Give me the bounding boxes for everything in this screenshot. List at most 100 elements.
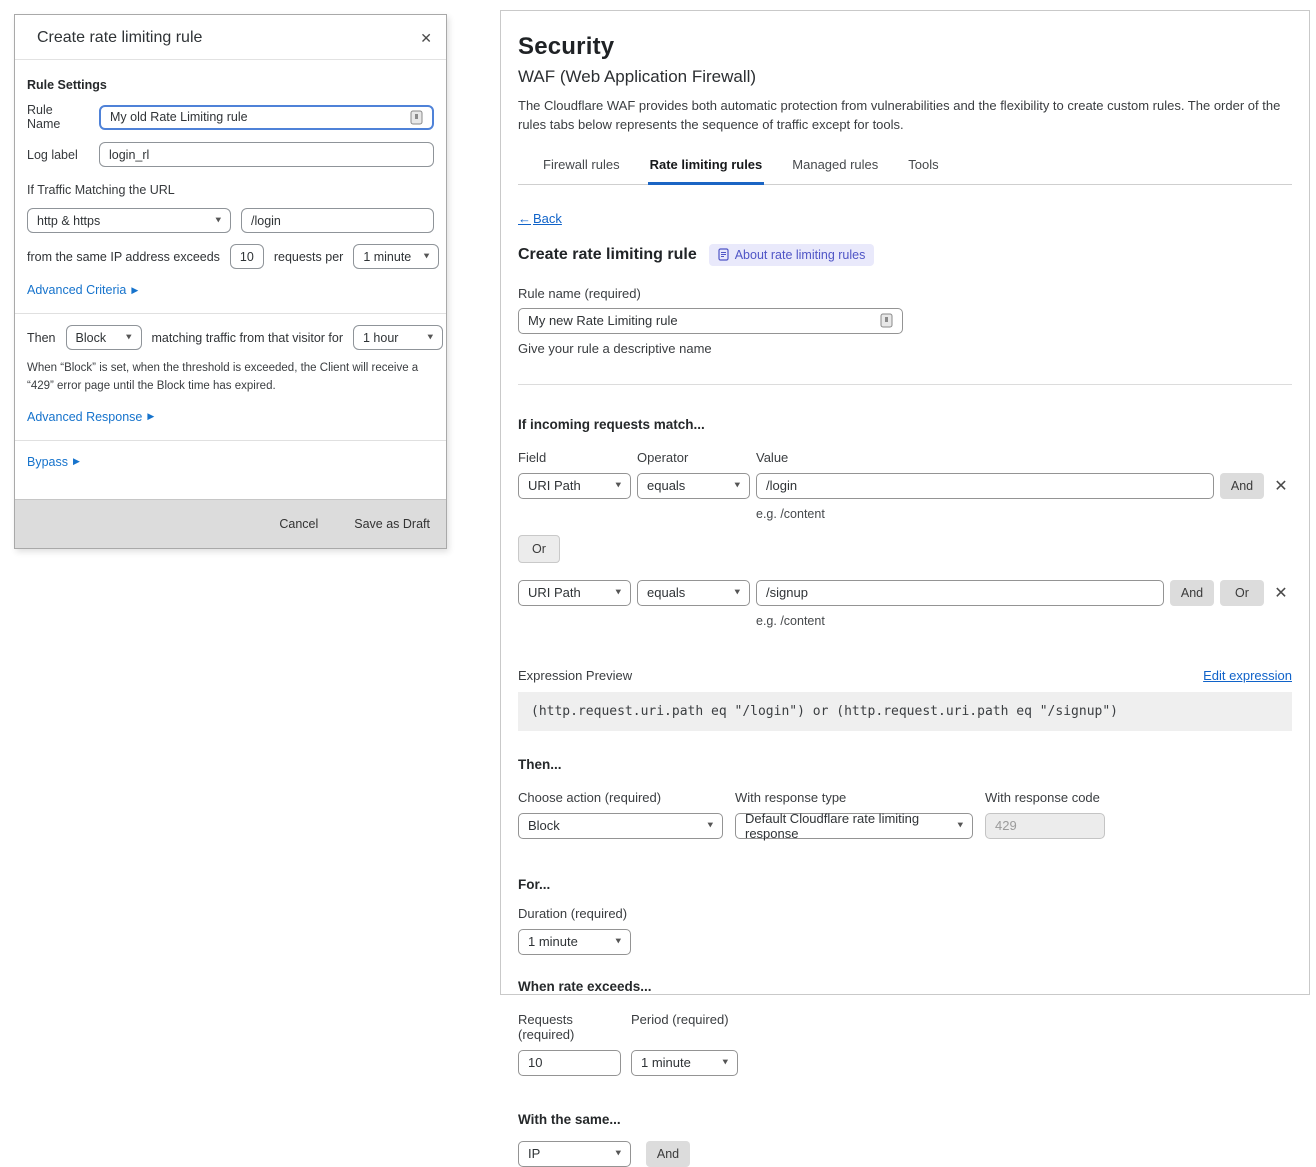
expression-preview-box: (http.request.uri.path eq "/login") or (… [518,692,1292,731]
response-type-select[interactable]: Default Cloudflare rate limiting respons… [735,813,973,839]
rule-name-input[interactable]: My old Rate Limiting rule [99,105,434,130]
remove-condition-icon-2[interactable]: ✕ [1270,583,1292,603]
tab-tools[interactable]: Tools [906,151,940,185]
and-button-1[interactable]: And [1220,473,1264,499]
value-input-2[interactable]: /signup [756,580,1164,606]
then-heading: Then... [518,757,1292,772]
tab-firewall-rules[interactable]: Firewall rules [541,151,622,185]
or-button-2[interactable]: Or [1220,580,1264,606]
operator-value-1: equals [647,478,685,493]
edit-expression-link[interactable]: Edit expression [1203,668,1292,683]
about-badge-label: About rate limiting rules [735,248,866,262]
log-label-value: login_rl [109,148,149,162]
field-label: Field [518,450,631,465]
tab-managed-rules[interactable]: Managed rules [790,151,880,185]
page-description: The Cloudflare WAF provides both automat… [518,97,1290,135]
then-label: Then [27,331,56,345]
scheme-select[interactable]: http & https ▾ [27,208,231,233]
log-label-label: Log label [27,148,89,162]
condition-row-2: URI Path ▾ equals ▾ /signup And Or ✕ e.g… [518,580,1292,628]
remove-condition-icon-1[interactable]: ✕ [1270,476,1292,496]
caret-down-icon: ▾ [615,481,621,490]
same-controls: IP ▾ And [518,1141,1292,1167]
cancel-button[interactable]: Cancel [279,517,318,531]
divider [15,313,446,314]
caret-down-icon: ▾ [707,821,713,830]
log-label-row: Log label login_rl [27,142,434,167]
tab-rate-limiting-rules[interactable]: Rate limiting rules [648,151,765,185]
url-match-row: http & https ▾ /login [27,208,434,233]
back-arrow-icon: ← [518,211,531,226]
condition-row-1: URI Path ▾ equals ▾ /login And ✕ e.g. /c… [518,473,1292,521]
characteristic-select[interactable]: IP ▾ [518,1141,631,1167]
save-as-draft-button[interactable]: Save as Draft [354,517,430,531]
requests-per-label: requests per [274,250,343,264]
response-type-group: With response type Default Cloudflare ra… [735,790,973,839]
duration-select[interactable]: 1 minute ▾ [518,929,631,955]
field-select-1[interactable]: URI Path ▾ [518,473,631,499]
value-value-1: /login [766,478,797,493]
for-heading: For... [518,877,1292,892]
dialog-body: Rule Settings Rule Name My old Rate Limi… [15,60,446,483]
caret-down-icon: ▾ [126,333,132,342]
then-row: Then Block ▾ matching traffic from that … [27,325,434,350]
or-button-standalone[interactable]: Or [518,535,560,563]
action-select[interactable]: Block ▾ [66,325,142,350]
value-value-2: /signup [766,585,808,600]
threshold-prefix-label: from the same IP address exceeds [27,250,220,264]
caret-down-icon: ▾ [722,1058,728,1067]
expression-preview-label: Expression Preview [518,668,632,683]
value-input-1[interactable]: /login [756,473,1214,499]
rate-period-select[interactable]: 1 minute ▾ [631,1050,738,1076]
then-controls: Choose action (required) Block ▾ With re… [518,790,1292,839]
bypass-label: Bypass [27,455,68,469]
dialog-footer: Cancel Save as Draft [15,499,446,548]
operator-select-2[interactable]: equals ▾ [637,580,750,606]
url-value: /login [251,214,281,228]
response-code-group: With response code 429 [985,790,1105,839]
security-waf-panel: Security WAF (Web Application Firewall) … [500,10,1310,995]
matching-traffic-label: matching traffic from that visitor for [152,331,344,345]
log-label-input[interactable]: login_rl [99,142,434,167]
rule-name-value: My old Rate Limiting rule [110,110,248,124]
caret-down-icon: ▾ [615,1149,621,1158]
and-button-2[interactable]: And [1170,580,1214,606]
chevron-right-icon: ▶ [131,286,138,295]
block-note: When “Block” is set, when the threshold … [27,360,434,396]
field-select-2[interactable]: URI Path ▾ [518,580,631,606]
url-input[interactable]: /login [241,208,434,233]
choose-action-select[interactable]: Block ▾ [518,813,723,839]
action-value: Block [76,331,107,345]
add-characteristic-and-button[interactable]: And [646,1141,690,1167]
close-icon[interactable]: ✕ [420,31,432,45]
form-title-row: Create rate limiting rule About rate lim… [518,244,1292,266]
rule-name-help: Give your rule a descriptive name [518,341,1292,356]
waf-tabs: Firewall rules Rate limiting rules Manag… [518,151,1292,185]
advanced-criteria-link[interactable]: Advanced Criteria ▶ [27,283,138,297]
caret-down-icon: ▾ [424,252,430,261]
field-value-1: URI Path [528,478,581,493]
requests-value: 10 [528,1055,542,1070]
period-select[interactable]: 1 minute ▾ [353,244,439,269]
requests-input[interactable]: 10 [518,1050,621,1076]
back-link[interactable]: ←Back [518,211,562,226]
condition-column-labels: Field Operator Value [518,450,1292,465]
caret-down-icon: ▾ [615,937,621,946]
response-type-value: Default Cloudflare rate limiting respons… [745,811,951,841]
about-rate-limiting-badge[interactable]: About rate limiting rules [709,244,875,266]
advanced-response-link[interactable]: Advanced Response ▶ [27,410,154,424]
operator-select-1[interactable]: equals ▾ [637,473,750,499]
bypass-link[interactable]: Bypass ▶ [27,455,80,469]
threshold-input[interactable]: 10 [230,244,264,269]
rule-name-label: Rule name (required) [518,286,1292,301]
characteristic-value: IP [528,1146,540,1161]
caret-down-icon: ▾ [734,588,740,597]
block-duration-select[interactable]: 1 hour ▾ [353,325,443,350]
response-type-label: With response type [735,790,973,805]
form-title: Create rate limiting rule [518,246,697,264]
value-label: Value [756,450,1292,465]
dialog-header: Create rate limiting rule ✕ [15,15,446,60]
rule-name-value: My new Rate Limiting rule [528,313,678,328]
rule-name-input[interactable]: My new Rate Limiting rule [518,308,903,334]
caret-down-icon: ▾ [734,481,740,490]
